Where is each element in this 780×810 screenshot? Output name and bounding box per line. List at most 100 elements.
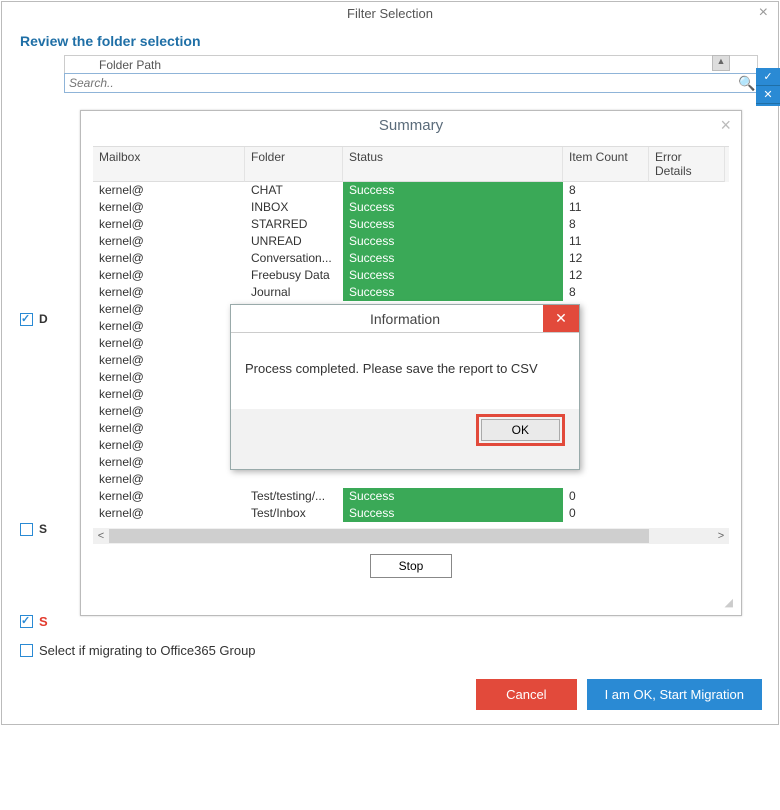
cell-folder: CHAT [245, 182, 343, 199]
cell-error-details [649, 386, 725, 403]
review-heading: Review the folder selection [2, 23, 778, 55]
col-status[interactable]: Status [343, 147, 563, 182]
scroll-right-icon[interactable]: > [713, 530, 729, 542]
col-folder[interactable]: Folder [245, 147, 343, 182]
cell-error-details [649, 454, 725, 471]
cell-error-details [649, 284, 725, 301]
cell-mailbox: kernel@ [93, 471, 245, 488]
summary-close-icon[interactable]: × [720, 115, 731, 136]
table-row[interactable]: kernel@JournalSuccess8 [93, 284, 729, 301]
col-item-count[interactable]: Item Count [563, 147, 649, 182]
cell-item-count: 8 [563, 182, 649, 199]
table-row[interactable]: kernel@CHATSuccess8 [93, 182, 729, 199]
option-s-row: S [20, 522, 48, 536]
information-title-bar: Information ✕ [231, 305, 579, 333]
cancel-button[interactable]: Cancel [476, 679, 576, 710]
footer-buttons: Cancel I am OK, Start Migration [476, 679, 762, 710]
cell-mailbox: kernel@ [93, 369, 245, 386]
cell-item-count: 8 [563, 284, 649, 301]
horizontal-scrollbar[interactable]: < > [93, 528, 729, 544]
folder-path-section: Folder Path ▲ 🔍 [64, 55, 758, 93]
option-s-checkbox[interactable] [20, 523, 33, 536]
cell-mailbox: kernel@ [93, 267, 245, 284]
search-input[interactable] [65, 74, 737, 92]
close-icon[interactable]: × [759, 4, 768, 22]
cell-status [343, 471, 563, 488]
search-icon[interactable]: 🔍 [737, 74, 757, 92]
information-dialog: Information ✕ Process completed. Please … [230, 304, 580, 470]
cell-item-count: 12 [563, 250, 649, 267]
cell-status: Success [343, 488, 563, 505]
cell-item-count: 11 [563, 233, 649, 250]
option-d-checkbox[interactable] [20, 313, 33, 326]
truncated-option-label: S [39, 614, 48, 629]
uncheck-all-icon[interactable]: ✕ [756, 86, 780, 104]
option-s-label: S [39, 522, 47, 536]
cell-folder: Test/testing/... [245, 488, 343, 505]
window-title: Filter Selection [347, 6, 433, 21]
office365-group-label: Select if migrating to Office365 Group [39, 643, 256, 658]
bottom-options: S Select if migrating to Office365 Group [20, 614, 256, 672]
option-d-row: D [20, 312, 48, 326]
scroll-left-icon[interactable]: < [93, 530, 109, 542]
folder-path-label: Folder Path [64, 55, 758, 73]
cell-status: Success [343, 505, 563, 522]
ok-button[interactable]: OK [481, 419, 560, 441]
summary-title-bar: Summary × [81, 111, 741, 140]
cell-error-details [649, 352, 725, 369]
truncated-option-row: S [20, 614, 256, 629]
cell-item-count [563, 471, 649, 488]
cell-item-count: 0 [563, 505, 649, 522]
cell-error-details [649, 403, 725, 420]
summary-grid-header: Mailbox Folder Status Item Count Error D… [93, 147, 729, 182]
window-title-bar: Filter Selection × [2, 2, 778, 23]
cell-status: Success [343, 233, 563, 250]
cell-error-details [649, 233, 725, 250]
table-row[interactable]: kernel@INBOXSuccess11 [93, 199, 729, 216]
stop-row: Stop [81, 554, 741, 578]
cell-error-details [649, 182, 725, 199]
resize-grip-icon[interactable]: ◢ [725, 596, 733, 609]
check-all-icon[interactable]: ✓ [756, 68, 780, 86]
table-row[interactable]: kernel@ [93, 471, 729, 488]
cell-mailbox: kernel@ [93, 301, 245, 318]
cell-folder: Journal [245, 284, 343, 301]
scroll-thumb[interactable] [109, 529, 649, 543]
cell-mailbox: kernel@ [93, 437, 245, 454]
search-row: 🔍 [64, 73, 758, 93]
cell-mailbox: kernel@ [93, 233, 245, 250]
col-error-details[interactable]: Error Details [649, 147, 725, 182]
cell-mailbox: kernel@ [93, 250, 245, 267]
cell-error-details [649, 488, 725, 505]
table-row[interactable]: kernel@Test/testing/...Success0 [93, 488, 729, 505]
information-close-icon[interactable]: ✕ [543, 305, 579, 332]
cell-error-details [649, 250, 725, 267]
truncated-option-checkbox[interactable] [20, 615, 33, 628]
table-row[interactable]: kernel@STARREDSuccess8 [93, 216, 729, 233]
cell-mailbox: kernel@ [93, 454, 245, 471]
table-row[interactable]: kernel@Test/InboxSuccess0 [93, 505, 729, 522]
col-mailbox[interactable]: Mailbox [93, 147, 245, 182]
table-row[interactable]: kernel@UNREADSuccess11 [93, 233, 729, 250]
cell-status: Success [343, 182, 563, 199]
cell-item-count: 0 [563, 488, 649, 505]
cell-mailbox: kernel@ [93, 386, 245, 403]
filter-selection-window: Filter Selection × Review the folder sel… [1, 1, 779, 725]
table-row[interactable]: kernel@Freebusy DataSuccess12 [93, 267, 729, 284]
office365-group-row: Select if migrating to Office365 Group [20, 643, 256, 658]
office365-group-checkbox[interactable] [20, 644, 33, 657]
stop-button[interactable]: Stop [370, 554, 453, 578]
cell-error-details [649, 420, 725, 437]
start-migration-button[interactable]: I am OK, Start Migration [587, 679, 762, 710]
table-row[interactable]: kernel@Conversation...Success12 [93, 250, 729, 267]
information-footer: OK [231, 409, 579, 451]
cell-mailbox: kernel@ [93, 182, 245, 199]
cell-error-details [649, 437, 725, 454]
cell-mailbox: kernel@ [93, 216, 245, 233]
cell-mailbox: kernel@ [93, 318, 245, 335]
cell-item-count: 11 [563, 199, 649, 216]
sort-toggle-icon[interactable]: ▲ [712, 55, 730, 71]
cell-mailbox: kernel@ [93, 199, 245, 216]
cell-folder: Conversation... [245, 250, 343, 267]
cell-status: Success [343, 267, 563, 284]
